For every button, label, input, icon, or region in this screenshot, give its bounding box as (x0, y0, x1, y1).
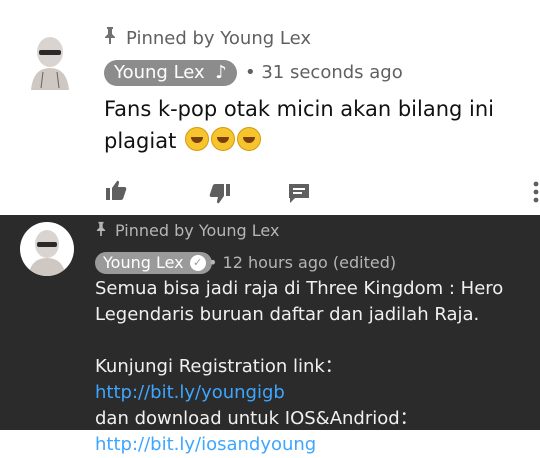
comment-time-text: 31 seconds ago (261, 62, 403, 83)
comment-line: Semua bisa jadi raja di Three Kingdom : … (95, 278, 504, 299)
pin-icon (96, 221, 108, 240)
more-vert-icon[interactable] (532, 180, 540, 204)
pin-icon (104, 26, 118, 49)
laughing-emoji-icon (237, 127, 261, 151)
comment-light: Pinned by Young Lex Young Lex ♪ • 31 sec… (0, 0, 540, 215)
comment-actions (104, 178, 540, 206)
laughing-emoji-icon (211, 127, 235, 151)
like-icon[interactable] (104, 178, 128, 202)
reply-icon[interactable] (287, 181, 311, 205)
comment-line: dan download untuk IOS&Andriod： (95, 408, 418, 429)
author-chip[interactable]: Young Lex ♪ (104, 60, 237, 86)
comment-line-text: Kunjungi Registration link： (95, 356, 343, 377)
comment-dark: Pinned by Young Lex Young Lex ✓ • 12 hou… (0, 215, 540, 455)
verified-check-icon: ✓ (189, 255, 206, 271)
dislike-icon[interactable] (208, 182, 232, 206)
comment-body: Semua bisa jadi raja di Three Kingdom : … (95, 276, 525, 458)
separator-dot: • (245, 62, 262, 83)
music-note-icon: ♪ (215, 62, 227, 83)
comment-line: plagiat (104, 125, 524, 157)
registration-link[interactable]: http://bit.ly/youngigb (95, 382, 285, 403)
pinned-text: Pinned by Young Lex (126, 28, 312, 49)
comment-line: Legendaris buruan daftar dan jadilah Raj… (95, 304, 480, 325)
author-name: Young Lex (103, 253, 184, 272)
avatar[interactable] (25, 30, 75, 90)
comment-line: http://bit.ly/iosandyoung (95, 432, 525, 458)
comment-time: • 12 hours ago (edited) (208, 253, 396, 272)
author-chip[interactable]: Young Lex ✓ (95, 252, 212, 274)
comment-line: Kunjungi Registration link： http://bit.l… (95, 354, 525, 406)
pinned-label: Pinned by Young Lex (96, 221, 279, 240)
comment-time: • 31 seconds ago (245, 62, 403, 83)
separator-dot: • (208, 253, 223, 272)
comment-line-text: plagiat (104, 129, 177, 153)
author-name: Young Lex (114, 62, 205, 83)
comment-body: Fans k-pop otak micin akan bilang ini pl… (104, 93, 524, 157)
laughing-emoji-icon (185, 127, 209, 151)
avatar[interactable] (20, 222, 74, 276)
pinned-label: Pinned by Young Lex (104, 26, 311, 49)
pinned-text: Pinned by Young Lex (115, 221, 280, 240)
comment-time-text: 12 hours ago (edited) (222, 253, 397, 272)
comment-line: Fans k-pop otak micin akan bilang ini (104, 97, 494, 121)
ios-download-link[interactable]: http://bit.ly/iosandyoung (95, 434, 316, 455)
